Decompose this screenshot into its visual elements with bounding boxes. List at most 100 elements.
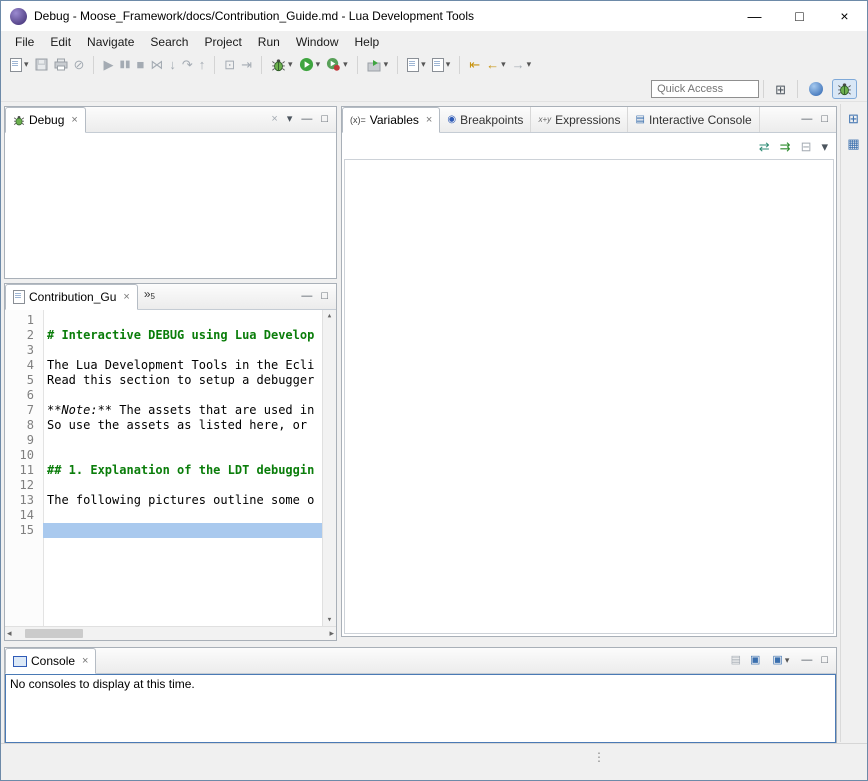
menu-navigate[interactable]: Navigate	[79, 33, 142, 51]
suspend-button[interactable]: ▮▮	[116, 56, 133, 73]
tab-breakpoints[interactable]: ◉ Breakpoints	[440, 107, 531, 132]
last-edit-location-icon: ⇤	[469, 58, 480, 71]
window-maximize-button[interactable]: □	[777, 1, 822, 31]
menu-help[interactable]: Help	[347, 33, 388, 51]
new-lua-project-button[interactable]: ▾	[404, 56, 429, 74]
tab-contribution-guide[interactable]: Contribution_Gu ×	[5, 284, 138, 310]
console-minimize-icon[interactable]: —	[801, 654, 812, 667]
scroll-right-icon[interactable]: ▸	[329, 628, 334, 639]
variables-maximize-icon[interactable]: □	[821, 113, 828, 126]
variables-minimize-icon[interactable]: —	[801, 113, 812, 126]
debug-view-menu-icon[interactable]: ▾	[287, 113, 293, 126]
tab-variables-close-icon[interactable]: ×	[426, 114, 432, 126]
tab-expressions[interactable]: x+y Expressions	[531, 107, 628, 132]
open-console-icon[interactable]: ▤	[731, 654, 741, 667]
editor-vertical-scrollbar[interactable]: ▴ ▾	[322, 310, 336, 626]
variables-content[interactable]	[344, 159, 834, 634]
step-return-button[interactable]: ↑	[196, 56, 209, 73]
trim-drag-handle-icon[interactable]: ⋮	[593, 750, 605, 764]
back-button[interactable]: ← ▾	[483, 56, 509, 73]
window-controls: — □ ×	[732, 1, 867, 31]
print-button[interactable]	[51, 56, 71, 73]
scroll-down-icon[interactable]: ▾	[327, 615, 332, 625]
overflow-count: 5	[151, 292, 155, 301]
step-over-button[interactable]: ↷	[179, 56, 196, 73]
tab-debug-close-icon[interactable]: ×	[71, 114, 77, 126]
run-button[interactable]: ▾	[296, 55, 324, 74]
editor-body[interactable]: 1 2# Interactive DEBUG using Lua Develop…	[5, 310, 336, 626]
back-dropdown-icon[interactable]: ▾	[501, 59, 506, 70]
menu-file[interactable]: File	[7, 33, 42, 51]
open-console-dropdown[interactable]: ▣ ▾	[769, 652, 792, 669]
print-icon	[54, 58, 68, 71]
menu-window[interactable]: Window	[288, 33, 347, 51]
step-into-button[interactable]: ↓	[166, 56, 179, 73]
menu-search[interactable]: Search	[142, 33, 196, 51]
last-edit-location-button[interactable]: ⇤	[466, 56, 483, 73]
variables-view-menu-icon[interactable]: ▾	[821, 140, 828, 153]
forward-button[interactable]: → ▾	[509, 56, 535, 73]
terminate-button[interactable]: ■	[133, 56, 147, 73]
editor-line: 4The Lua Development Tools in the Ecli	[5, 358, 322, 373]
menu-project[interactable]: Project	[196, 33, 249, 51]
new-file-dropdown-icon[interactable]: ▾	[446, 59, 451, 70]
restore-view-icon[interactable]: ⊞	[848, 112, 859, 125]
new-dropdown-icon[interactable]: ▾	[24, 59, 29, 70]
scroll-left-icon[interactable]: ◂	[7, 628, 12, 639]
run-dropdown-icon[interactable]: ▾	[316, 59, 321, 70]
editor-maximize-icon[interactable]: □	[321, 290, 328, 303]
editor-minimize-icon[interactable]: —	[301, 290, 312, 303]
save-button[interactable]	[32, 56, 51, 73]
profile-dropdown-icon[interactable]: ▾	[343, 59, 348, 70]
show-type-names-icon[interactable]: ⇄	[759, 140, 770, 153]
minimized-outline-view-icon[interactable]: ▦	[847, 137, 859, 150]
new-project-dropdown-icon[interactable]: ▾	[421, 59, 426, 70]
disconnect-button[interactable]: ⋈	[147, 56, 166, 73]
collapse-all-icon[interactable]: ⊟	[801, 140, 812, 153]
editor-tab-overflow[interactable]: » 5	[138, 284, 161, 309]
profile-button[interactable]: ▾	[323, 55, 351, 74]
external-tools-dropdown-icon[interactable]: ▾	[384, 59, 389, 70]
suspend-icon: ▮▮	[119, 58, 130, 71]
open-perspective-button[interactable]: ⊞	[770, 80, 791, 99]
display-selected-console-icon[interactable]: ▣	[750, 654, 760, 667]
external-tools-button[interactable]: ▾	[364, 56, 392, 74]
menu-edit[interactable]: Edit	[42, 33, 79, 51]
console-maximize-icon[interactable]: □	[821, 654, 828, 667]
forward-dropdown-icon[interactable]: ▾	[527, 59, 532, 70]
ldt-perspective-button[interactable]	[804, 79, 828, 99]
markdown-file-icon	[13, 290, 25, 304]
quick-access-input[interactable]	[651, 80, 759, 98]
breakpoints-icon: ◉	[447, 114, 456, 125]
tab-variables[interactable]: (x)= Variables ×	[342, 107, 440, 133]
debug-view-minimize-icon[interactable]: —	[301, 113, 312, 126]
debug-perspective-button[interactable]	[832, 79, 857, 99]
tab-console[interactable]: Console ×	[5, 648, 96, 674]
editor-line: 6	[5, 388, 322, 403]
code-area[interactable]: 1 2# Interactive DEBUG using Lua Develop…	[5, 310, 322, 626]
debug-dropdown-icon[interactable]: ▾	[288, 59, 293, 70]
tab-debug[interactable]: Debug ×	[5, 107, 86, 133]
show-logical-structures-icon[interactable]: ⇉	[780, 140, 791, 153]
console-dropdown-icon[interactable]: ▾	[785, 655, 790, 666]
drop-to-frame-button[interactable]: ⊡	[221, 56, 238, 73]
window-minimize-button[interactable]: —	[732, 1, 777, 31]
new-lua-file-button[interactable]: ▾	[429, 56, 454, 74]
menu-run[interactable]: Run	[250, 33, 288, 51]
window-title: Debug - Moose_Framework/docs/Contributio…	[34, 9, 474, 23]
scrollbar-thumb[interactable]	[25, 629, 83, 638]
resume-button[interactable]: ▶	[100, 56, 116, 73]
debug-button[interactable]: ▾	[268, 56, 296, 74]
skip-all-breakpoints-button[interactable]: ⊘	[71, 56, 88, 73]
editor-horizontal-scrollbar[interactable]: ◂ ▸	[5, 626, 336, 640]
use-step-filters-button[interactable]: ⇥	[238, 56, 255, 73]
tab-contribution-guide-close-icon[interactable]: ×	[123, 291, 129, 303]
new-wizard-button[interactable]: ▾	[7, 56, 32, 74]
tab-interactive-console[interactable]: ▤ Interactive Console	[628, 107, 759, 132]
window-close-button[interactable]: ×	[822, 1, 867, 31]
remove-all-terminated-icon[interactable]: ×	[271, 113, 277, 126]
tab-console-close-icon[interactable]: ×	[82, 655, 88, 667]
line-number: 9	[5, 433, 43, 448]
debug-view-maximize-icon[interactable]: □	[321, 113, 328, 126]
scroll-up-icon[interactable]: ▴	[327, 311, 332, 321]
